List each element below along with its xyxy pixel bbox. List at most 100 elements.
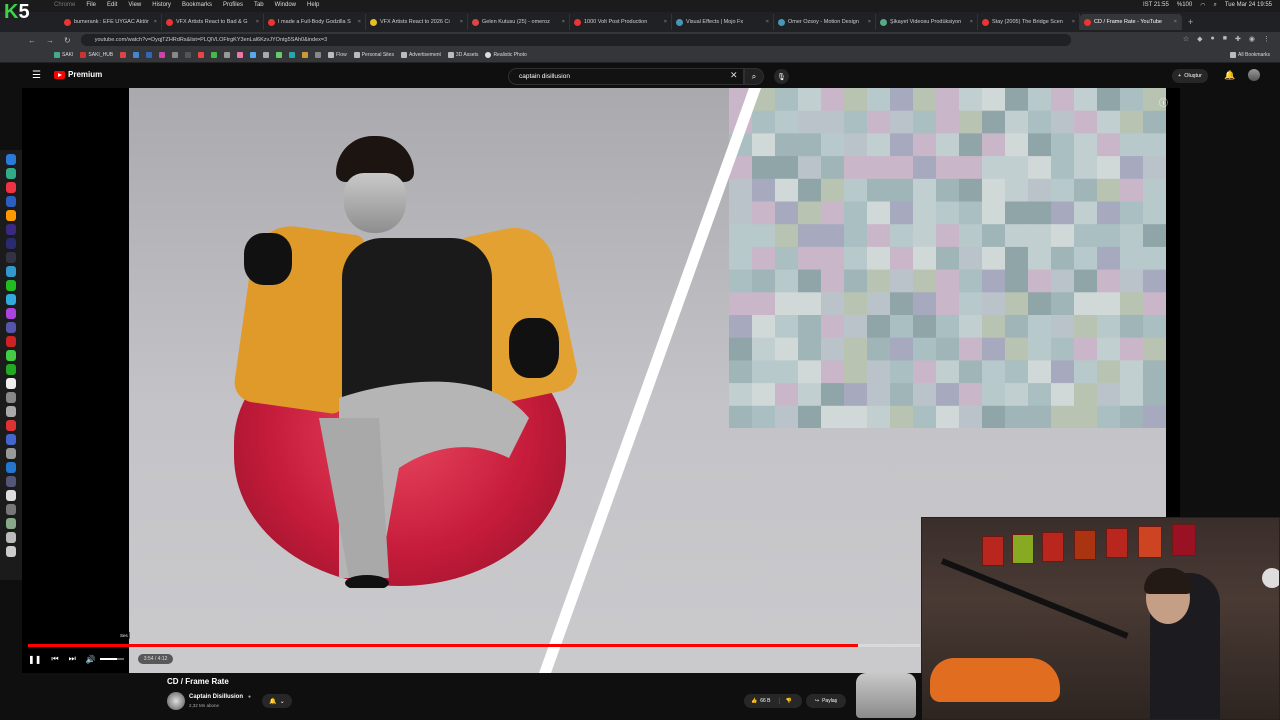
profile-icon[interactable]: ◉ — [1249, 35, 1255, 43]
notifications-bell-icon[interactable]: 🔔 — [1224, 70, 1235, 81]
bookmark-icon[interactable] — [276, 52, 283, 58]
bookmark-3d-assets[interactable]: 3D Assets — [447, 52, 478, 58]
menu-view[interactable]: View — [128, 2, 141, 8]
youtube-premium-logo[interactable]: Premium — [54, 70, 102, 79]
tab-close-icon[interactable]: × — [460, 19, 463, 25]
extension-icon[interactable]: ◆ — [1197, 35, 1202, 43]
tab-close-icon[interactable]: × — [1072, 19, 1075, 25]
app-icon[interactable] — [6, 308, 16, 319]
new-tab-button[interactable]: + — [1188, 17, 1193, 27]
volume-control[interactable]: 🔊 — [86, 655, 124, 664]
all-bookmarks[interactable]: All Bookmarks — [1230, 52, 1270, 58]
illustrator-icon[interactable] — [6, 210, 16, 221]
extension-icon[interactable]: ● — [1211, 35, 1215, 43]
previous-icon[interactable]: ⏮ — [51, 654, 58, 664]
app-icon[interactable] — [6, 434, 16, 445]
like-button[interactable]: 👍 66 B — [744, 698, 771, 704]
back-icon[interactable]: ← — [28, 36, 36, 45]
bookmark-icon[interactable] — [146, 52, 153, 58]
tab-close-icon[interactable]: × — [154, 19, 157, 25]
app-icon[interactable] — [6, 448, 16, 459]
channel-name[interactable]: Captain Disillusion — [189, 694, 243, 700]
bookmark-icon[interactable] — [159, 52, 166, 58]
progress-bar[interactable] — [28, 644, 920, 647]
menu-profiles[interactable]: Profiles — [223, 2, 243, 8]
channel-avatar[interactable] — [167, 692, 185, 710]
volume-slider[interactable] — [99, 658, 124, 660]
create-button[interactable]: + Oluştur — [1172, 69, 1208, 83]
menu-window[interactable]: Window — [275, 2, 296, 8]
tab-active[interactable]: CD / Frame Rate - YouTube × — [1080, 14, 1182, 30]
premiere-icon[interactable] — [6, 224, 16, 235]
bookmark-icon[interactable] — [302, 52, 309, 58]
bookmark-icon[interactable] — [211, 52, 218, 58]
search-input[interactable]: captain disillusion — [508, 68, 744, 85]
bookmark-icon[interactable] — [289, 52, 296, 58]
tab[interactable]: I made a Full-Body Godzilla S × — [264, 14, 366, 30]
tab[interactable]: Omer Ozsoy - Motion Design × — [774, 14, 876, 30]
address-bar[interactable]: youtube.com/watch?v=DyqjTZHRdRs&list=PLQ… — [80, 34, 1071, 46]
bookmark-icon[interactable] — [185, 52, 192, 58]
tab-close-icon[interactable]: × — [766, 19, 769, 25]
bookmark-saki-hub[interactable]: SAKI_HUB — [80, 52, 113, 58]
app-icon[interactable] — [6, 518, 16, 529]
bookmark-icon[interactable] — [224, 52, 231, 58]
bookmark-icon[interactable] — [250, 52, 257, 58]
next-icon[interactable]: ⏭ — [69, 654, 76, 664]
app-icon[interactable] — [6, 476, 16, 487]
bookmark-flow[interactable]: Flow — [328, 52, 347, 58]
pause-icon[interactable]: ❚❚ — [28, 655, 41, 664]
app-icon[interactable] — [6, 336, 16, 347]
menu-history[interactable]: History — [152, 2, 171, 8]
app-icon[interactable] — [6, 462, 16, 473]
bookmark-icon[interactable] — [263, 52, 270, 58]
app-icon[interactable] — [6, 280, 16, 291]
puzzle-icon[interactable]: ✚ — [1235, 35, 1241, 43]
search-button[interactable]: ⌕ — [744, 68, 764, 85]
tab[interactable]: VFX Artists React to 2026 Ci × — [366, 14, 468, 30]
subscription-bell-button[interactable]: 🔔 ⌄ — [262, 694, 292, 708]
share-button[interactable]: ↪ Paylaş — [806, 694, 846, 708]
chrome-icon[interactable] — [6, 182, 16, 193]
app-icon[interactable] — [6, 154, 16, 165]
app-icon[interactable] — [6, 490, 16, 501]
tab-close-icon[interactable]: × — [1174, 19, 1177, 25]
app-icon[interactable] — [6, 350, 16, 361]
bookmark-realistic-photo[interactable]: Realistic Photo — [485, 52, 527, 58]
battery-level[interactable]: %100 — [1177, 2, 1192, 9]
bookmark-saki[interactable]: SAKI — [54, 52, 73, 58]
app-icon[interactable] — [6, 406, 16, 417]
bookmark-star-icon[interactable]: ☆ — [1183, 35, 1189, 43]
bookmark-icon[interactable] — [315, 52, 322, 58]
app-icon[interactable] — [6, 504, 16, 515]
tab-close-icon[interactable]: × — [358, 19, 361, 25]
after-effects-icon[interactable] — [6, 238, 16, 249]
menu-bookmarks[interactable]: Bookmarks — [182, 2, 212, 8]
menu-dots-icon[interactable]: ⋮ — [1263, 35, 1270, 43]
app-icon[interactable] — [6, 294, 16, 305]
info-icon[interactable]: ⓘ — [1159, 96, 1168, 109]
app-icon[interactable] — [6, 392, 16, 403]
menu-tab[interactable]: Tab — [254, 2, 264, 8]
forward-icon[interactable]: → — [46, 36, 54, 45]
menu-file[interactable]: File — [86, 2, 96, 8]
app-icon[interactable] — [6, 168, 16, 179]
bookmark-icon[interactable] — [198, 52, 205, 58]
bookmark-icon[interactable] — [120, 52, 127, 58]
tab-close-icon[interactable]: × — [970, 19, 973, 25]
tab-close-icon[interactable]: × — [868, 19, 871, 25]
bookmark-advertisement[interactable]: Advertisement — [400, 52, 441, 58]
tab[interactable]: Visual Effects | Mojo Fx × — [672, 14, 774, 30]
search-spotlight-icon[interactable]: ⌕ — [1213, 2, 1216, 9]
app-icon[interactable] — [6, 266, 16, 277]
reload-icon[interactable]: ↻ — [64, 36, 71, 45]
tab[interactable]: 1000 Volt Post Production × — [570, 14, 672, 30]
tab[interactable]: Şikayet Videosu Prodüksiyon × — [876, 14, 978, 30]
tab[interactable]: bumerank : EFE UYGAC Aktör × — [60, 14, 162, 30]
wifi-icon[interactable]: ◠ — [1200, 2, 1205, 9]
tab[interactable]: VFX Artists React to Bad & G × — [162, 14, 264, 30]
extension-icon[interactable]: ■ — [1223, 35, 1227, 43]
trash-icon[interactable] — [6, 546, 16, 557]
tab-close-icon[interactable]: × — [256, 19, 259, 25]
tab-close-icon[interactable]: × — [664, 19, 667, 25]
